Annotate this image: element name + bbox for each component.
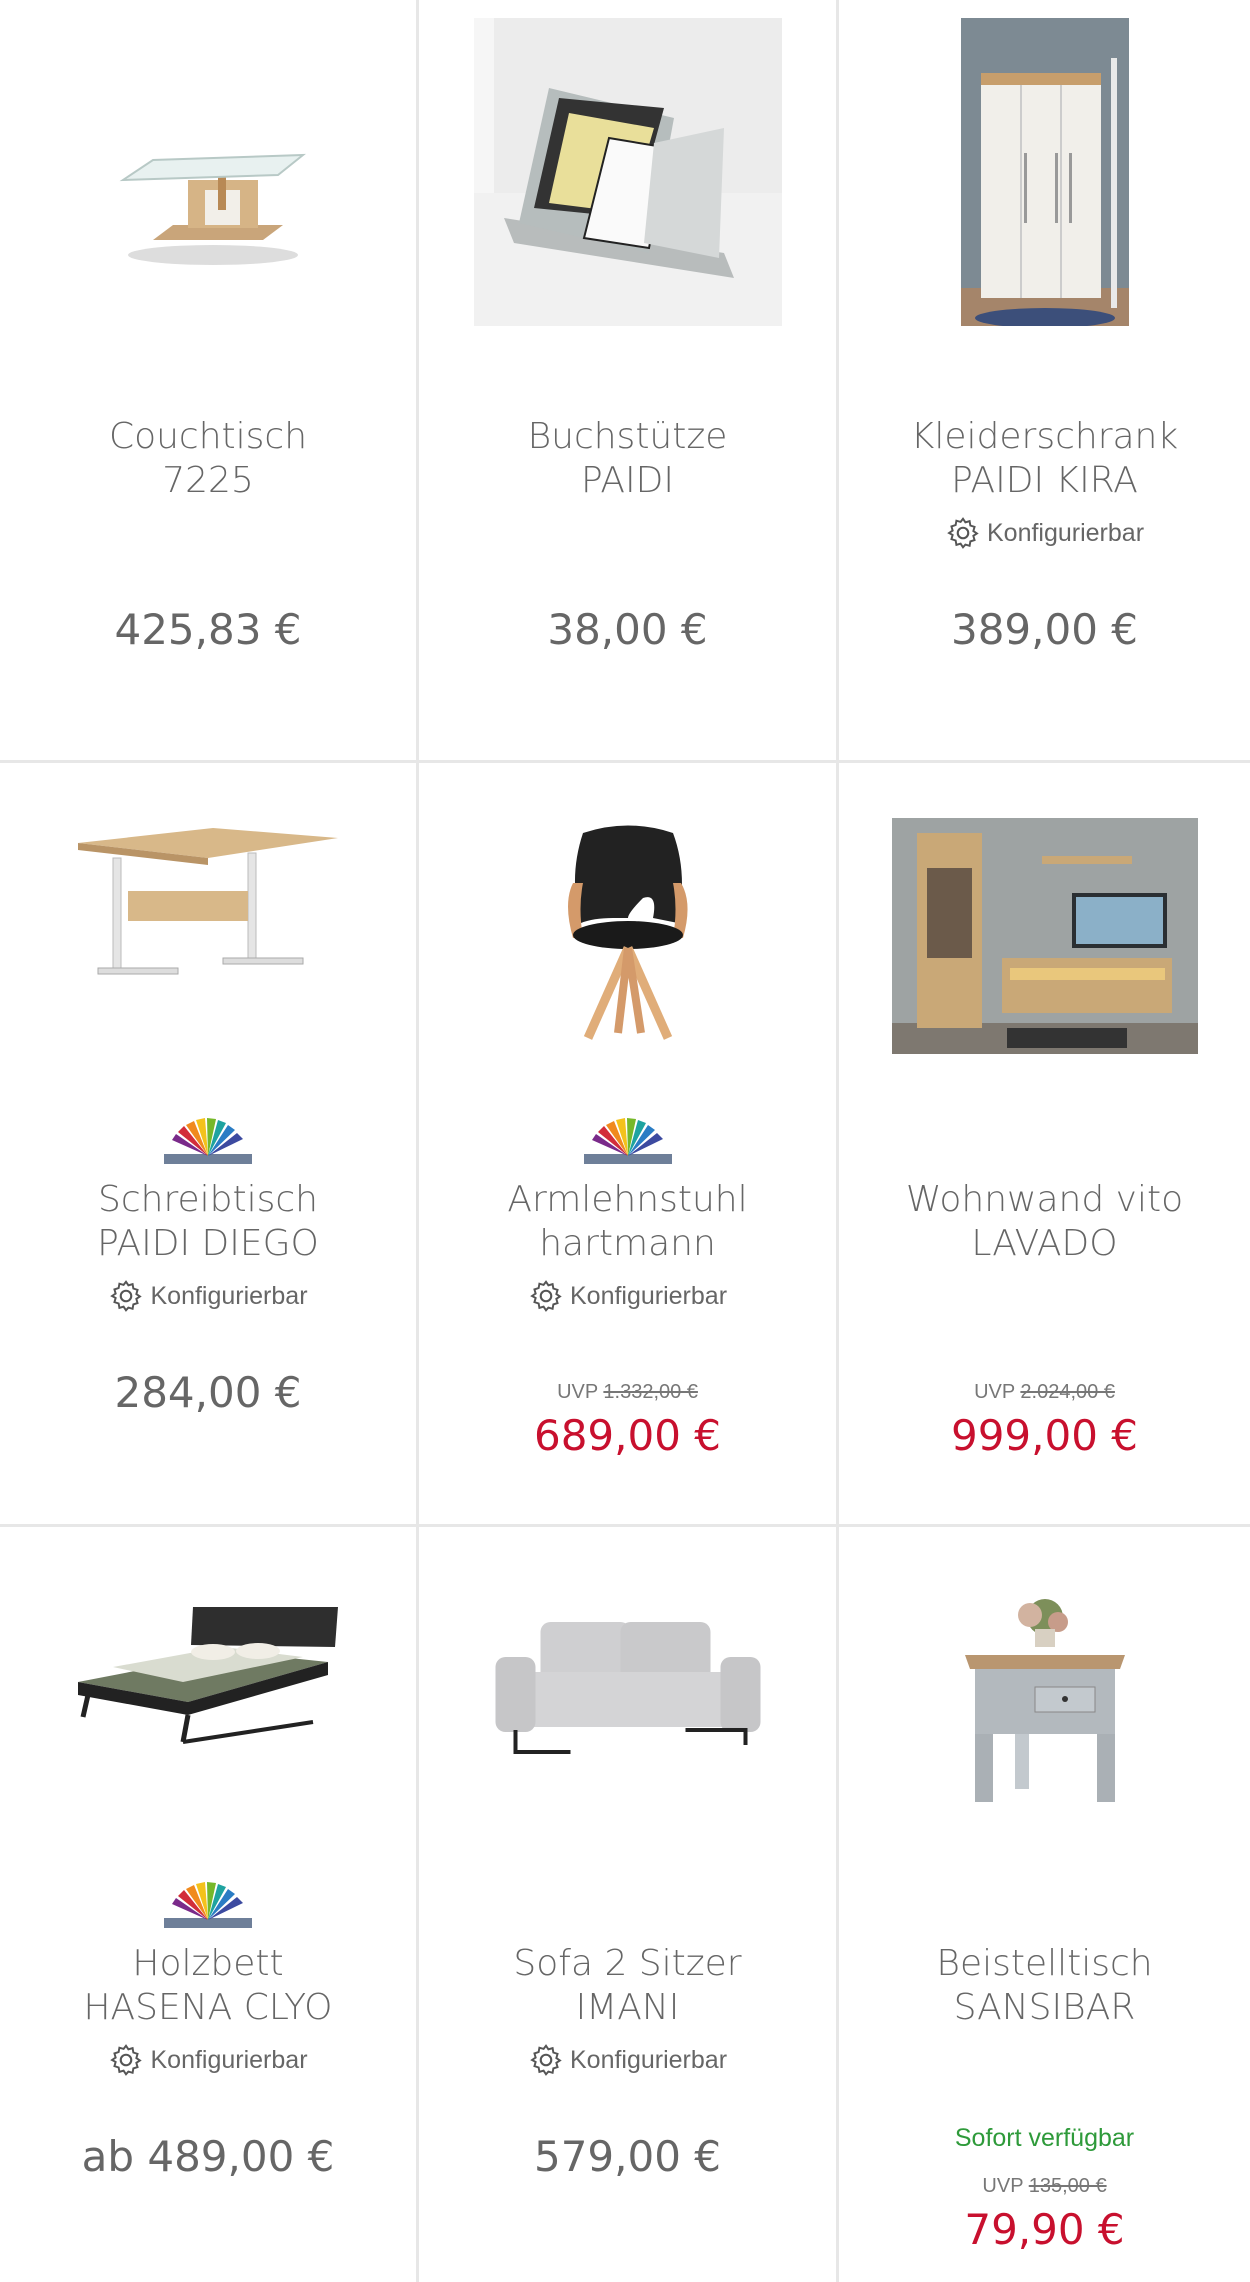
product-card-beistelltisch[interactable]: Beistelltisch SANSIBAR Sofort verfügbar … — [839, 1527, 1250, 2282]
gear-icon — [110, 2044, 143, 2076]
product-image[interactable] — [553, 823, 703, 1043]
uvp-price: UVP 135,00 € — [982, 2175, 1107, 2197]
color-variants-icon — [583, 1118, 672, 1164]
product-name[interactable]: Couchtisch 7225 — [10, 415, 406, 503]
product-name[interactable]: Schreibtisch PAIDI DIEGO — [10, 1178, 406, 1266]
configurable-badge: Konfigurierbar — [419, 1278, 836, 1314]
product-image[interactable] — [891, 818, 1198, 1054]
product-name[interactable]: Beistelltisch SANSIBAR — [849, 1942, 1240, 2030]
product-image[interactable] — [93, 120, 323, 270]
product-price: 425,83 € — [114, 605, 302, 654]
product-price: 284,00 € — [114, 1368, 302, 1417]
gear-icon — [530, 1280, 562, 1312]
product-card-armlehnstuhl[interactable]: Armlehnstuhl hartmann Konfigurierbar UVP… — [419, 763, 839, 1527]
product-price: 389,00 € — [950, 605, 1139, 654]
product-name[interactable]: Buchstütze PAIDI — [429, 415, 826, 503]
product-card-holzbett[interactable]: Holzbett HASENA CLYO Konfigurierbar ab 4… — [0, 1527, 419, 2282]
product-name[interactable]: Kleiderschrank PAIDI KIRA — [849, 415, 1240, 503]
gear-icon — [530, 2044, 562, 2076]
gear-icon — [947, 517, 979, 549]
sale-price: 689,00 € — [533, 1411, 722, 1460]
uvp-price: UVP 2.024,00 € — [974, 1381, 1115, 1403]
product-card-kleiderschrank[interactable]: Kleiderschrank PAIDI KIRA Konfigurierbar… — [839, 0, 1250, 763]
product-image[interactable] — [73, 1607, 343, 1757]
configurable-badge: Konfigurierbar — [0, 1278, 416, 1314]
product-name[interactable]: Holzbett HASENA CLYO — [10, 1942, 406, 2030]
product-card-buchstuetze[interactable]: Buchstütze PAIDI 38,00 € — [419, 0, 839, 763]
product-price: 579,00 € — [533, 2132, 722, 2181]
configurable-badge: Konfigurierbar — [839, 515, 1250, 551]
product-name[interactable]: Wohnwand vito LAVADO — [849, 1178, 1240, 1266]
product-card-sofa[interactable]: Sofa 2 Sitzer IMANI Konfigurierbar 579,0… — [419, 1527, 839, 2282]
product-image[interactable] — [960, 18, 1129, 326]
product-image[interactable] — [960, 1587, 1130, 1807]
product-card-schreibtisch[interactable]: Schreibtisch PAIDI DIEGO Konfigurierbar … — [0, 763, 419, 1527]
configurable-badge: Konfigurierbar — [419, 2042, 836, 2078]
product-name[interactable]: Armlehnstuhl hartmann — [429, 1178, 826, 1266]
color-variants-icon — [164, 1882, 252, 1928]
product-card-couchtisch[interactable]: Couchtisch 7225 425,83 € — [0, 0, 419, 763]
product-image[interactable] — [473, 18, 782, 326]
sale-price: 79,90 € — [964, 2205, 1125, 2254]
color-variants-icon — [164, 1118, 252, 1164]
product-price: ab 489,00 € — [81, 2132, 335, 2181]
sale-price: 999,00 € — [950, 1411, 1139, 1460]
product-price: 38,00 € — [547, 605, 708, 654]
product-image[interactable] — [495, 1617, 760, 1762]
availability-status: Sofort verfügbar — [954, 2124, 1135, 2152]
product-image[interactable] — [73, 813, 343, 993]
product-grid: Couchtisch 7225 425,83 € Buchstütze PAID… — [0, 0, 1250, 2282]
gear-icon — [110, 1280, 143, 1312]
product-name[interactable]: Sofa 2 Sitzer IMANI — [429, 1942, 826, 2030]
configurable-badge: Konfigurierbar — [0, 2042, 416, 2078]
uvp-price: UVP 1.332,00 € — [557, 1381, 698, 1403]
product-card-wohnwand[interactable]: Wohnwand vito LAVADO UVP 2.024,00 € 999,… — [839, 763, 1250, 1527]
